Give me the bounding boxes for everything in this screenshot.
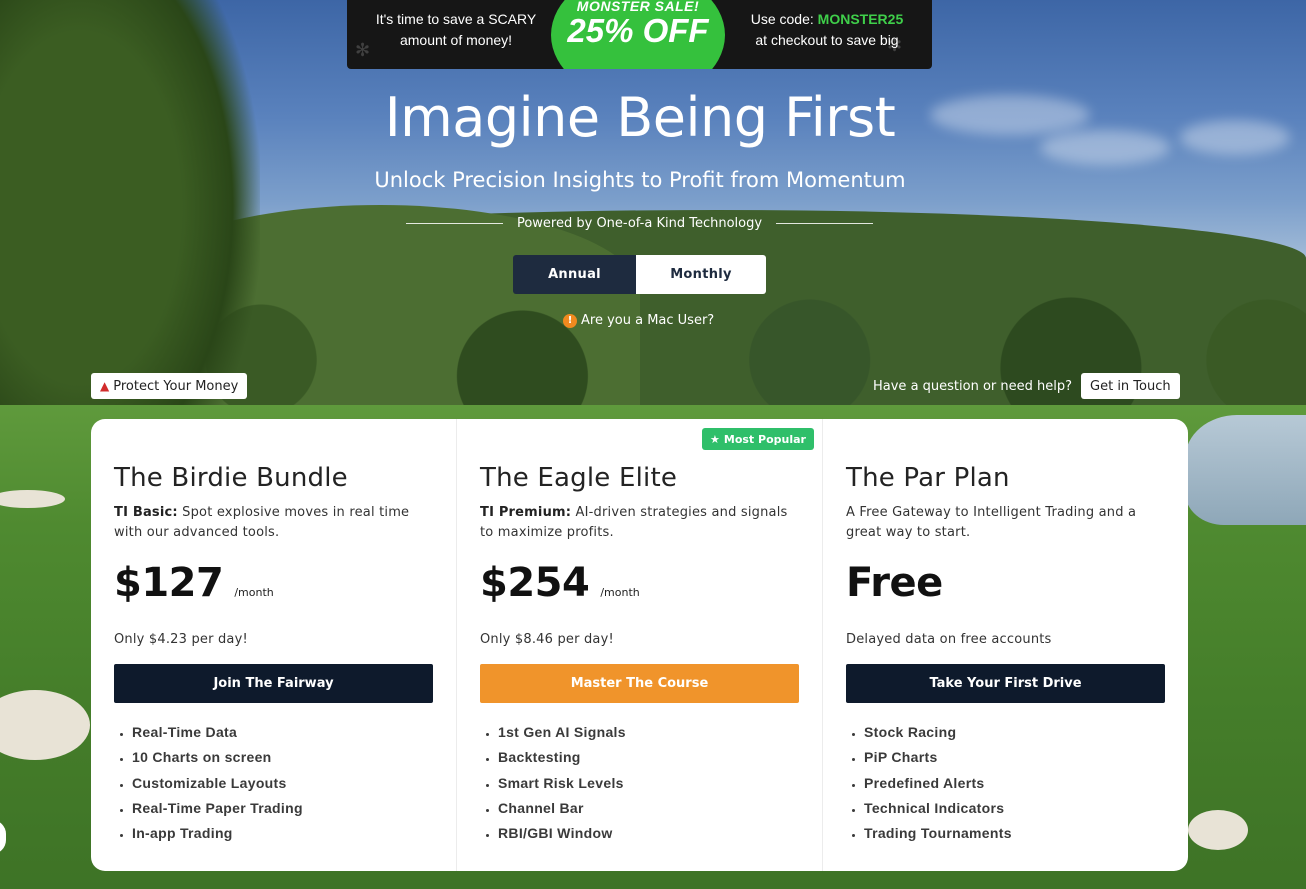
feature-item: Real-Time Paper Trading: [132, 796, 433, 821]
plan-par-plan: The Par Plan A Free Gateway to Intellige…: [822, 419, 1188, 871]
divider: [776, 222, 874, 224]
feature-item: Technical Indicators: [864, 796, 1165, 821]
promo-left-line2: amount of money!: [399, 32, 513, 48]
plan-tier-label: TI Basic:: [114, 505, 178, 520]
powered-by-text: Powered by One-of-a Kind Technology: [516, 215, 763, 231]
plan-per-day: Delayed data on free accounts: [846, 632, 1052, 647]
monthly-toggle-button[interactable]: Monthly: [636, 255, 766, 294]
plan-per-day: Only $4.23 per day!: [114, 632, 248, 647]
info-icon: !: [563, 313, 577, 328]
feature-item: Channel Bar: [498, 796, 799, 821]
annual-toggle-button[interactable]: Annual: [513, 255, 636, 294]
take-your-first-drive-button[interactable]: Take Your First Drive: [846, 664, 1165, 703]
plan-period: /month: [600, 586, 640, 599]
plan-price: Free: [846, 560, 943, 606]
plan-per-day: Only $8.46 per day!: [480, 632, 614, 647]
plan-name: The Eagle Elite: [480, 463, 678, 493]
plan-name: The Birdie Bundle: [114, 463, 348, 493]
feature-item: 10 Charts on screen: [132, 745, 433, 770]
promo-code: MONSTER25: [817, 11, 904, 27]
feature-item: Predefined Alerts: [864, 771, 1165, 796]
feature-item: Real-Time Data: [132, 720, 433, 745]
protect-money-button[interactable]: ▲ Protect Your Money: [91, 373, 248, 399]
feature-list: Real-Time Data 10 Charts on screen Custo…: [114, 720, 433, 846]
feature-item: PiP Charts: [864, 745, 1165, 770]
feature-item: 1st Gen AI Signals: [498, 720, 799, 745]
divider: [406, 222, 503, 224]
plan-price: $254: [480, 560, 590, 606]
join-the-fairway-button[interactable]: Join The Fairway: [114, 664, 433, 703]
plan-description: TI Basic: Spot explosive moves in real t…: [114, 503, 433, 543]
sale-badge: MONSTER SALE! 25% OFF: [551, 0, 725, 69]
promo-right-text: Use code: MONSTER25 at checkout to save …: [729, 9, 925, 51]
pricing-card: The Birdie Bundle TI Basic: Spot explosi…: [91, 419, 1188, 871]
sale-badge-discount: 25% OFF: [567, 12, 709, 49]
feature-item: Stock Racing: [864, 720, 1165, 745]
plan-birdie-bundle: The Birdie Bundle TI Basic: Spot explosi…: [91, 419, 456, 871]
plan-description: A Free Gateway to Intelligent Trading an…: [846, 503, 1165, 543]
sand-bunker: [1188, 810, 1248, 850]
promo-code-line: Use code: MONSTER25: [729, 9, 925, 30]
lake: [1185, 415, 1306, 525]
powered-by: Powered by One-of-a Kind Technology: [406, 213, 874, 233]
page-subtitle: Unlock Precision Insights to Profit from…: [374, 168, 906, 192]
feature-list: 1st Gen AI Signals Backtesting Smart Ris…: [480, 720, 799, 846]
feature-item: In-app Trading: [132, 821, 433, 846]
star-icon: ★: [710, 432, 720, 446]
price-row: Free: [846, 560, 1165, 610]
most-popular-label: Most Popular: [723, 432, 806, 446]
help-section: Have a question or need help? Get in Tou…: [873, 373, 1180, 399]
feature-item: RBI/GBI Window: [498, 821, 799, 846]
billing-toggle: Annual Monthly: [513, 255, 766, 294]
warning-icon: ▲: [100, 379, 110, 393]
plan-period: /month: [234, 586, 274, 599]
promo-code-prefix: Use code:: [750, 11, 818, 27]
help-text: Have a question or need help?: [873, 378, 1073, 394]
feature-item: Trading Tournaments: [864, 821, 1165, 846]
plan-name: The Par Plan: [846, 463, 1010, 493]
feature-list: Stock Racing PiP Charts Predefined Alert…: [846, 720, 1165, 846]
page-title: Imagine Being First: [384, 86, 896, 149]
feature-item: Backtesting: [498, 745, 799, 770]
plan-price: $127: [114, 560, 224, 606]
get-in-touch-button[interactable]: Get in Touch: [1081, 373, 1180, 399]
most-popular-badge: ★ Most Popular: [702, 428, 814, 450]
mac-user-label: Are you a Mac User?: [581, 313, 715, 328]
plan-eagle-elite: ★ Most Popular The Eagle Elite TI Premiu…: [456, 419, 822, 871]
feature-item: Smart Risk Levels: [498, 771, 799, 796]
plan-description: TI Premium: AI-driven strategies and sig…: [480, 503, 799, 543]
feature-item: Customizable Layouts: [132, 771, 433, 796]
promo-banner[interactable]: ✻ ✻ It's time to save a SCARY amount of …: [347, 0, 932, 69]
plan-tier-label: TI Premium:: [480, 505, 572, 520]
promo-left-text: It's time to save a SCARY amount of mone…: [361, 9, 551, 51]
promo-right-line2: at checkout to save big: [755, 32, 899, 48]
price-row: $127 /month: [114, 560, 433, 610]
protect-money-label: Protect Your Money: [113, 378, 239, 394]
mac-user-link[interactable]: ! Are you a Mac User?: [563, 313, 714, 328]
plan-description-text: A Free Gateway to Intelligent Trading an…: [846, 505, 1137, 540]
price-row: $254 /month: [480, 560, 799, 610]
master-the-course-button[interactable]: Master The Course: [480, 664, 799, 703]
promo-left-line1: It's time to save a SCARY: [375, 11, 537, 27]
